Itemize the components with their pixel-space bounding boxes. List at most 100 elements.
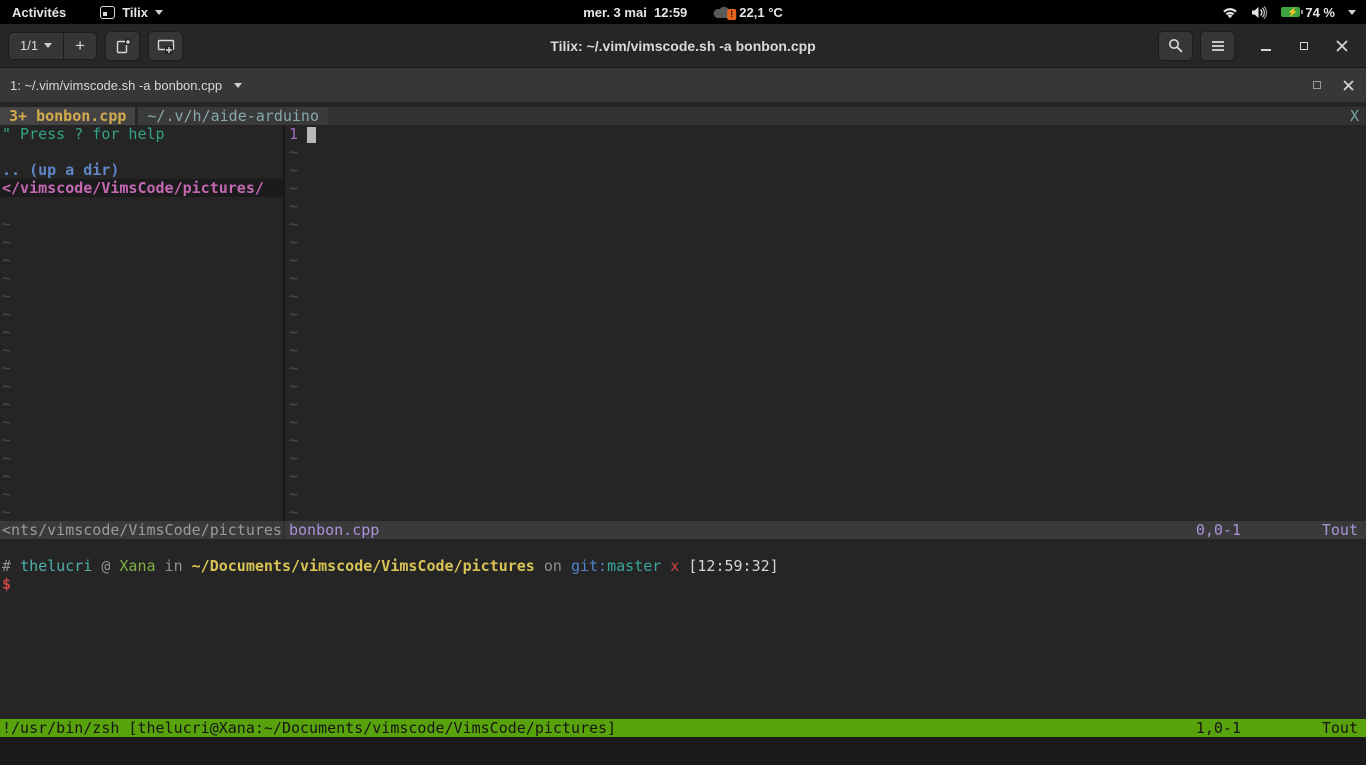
clock-weather-group[interactable]: mer. 3 mai 12:59 ! 22,1 °C — [583, 5, 783, 20]
wifi-icon — [1222, 6, 1238, 19]
tilde-line: ~ — [285, 179, 1366, 197]
search-button[interactable] — [1158, 31, 1193, 61]
tilde-line: ~ — [285, 287, 1366, 305]
app-menu-label: Tilix — [122, 5, 148, 20]
battery-icon: ⚡ — [1281, 7, 1300, 17]
session-counter-button[interactable]: 1/1 — [9, 33, 63, 59]
shell-prompt-symbol: $ — [0, 575, 1366, 593]
tilde-line: ~ — [285, 485, 1366, 503]
nerdtree-blank-line — [0, 197, 283, 215]
terminal-close-icon[interactable] — [1343, 80, 1354, 91]
vim-buffer-tab-active[interactable]: 3+ bonbon.cpp — [0, 107, 135, 125]
new-session-button[interactable]: + — [63, 33, 96, 59]
minimize-icon — [1261, 49, 1271, 51]
nerdtree-up-dir[interactable]: .. (up a dir) — [0, 161, 283, 179]
terminal-tab-selector[interactable]: 1: ~/.vim/vimscode.sh -a bonbon.cpp — [0, 78, 242, 93]
close-icon — [1336, 40, 1348, 52]
tilde-line: ~ — [0, 269, 283, 287]
temperature: 22,1 °C — [739, 5, 783, 20]
nerdtree-help-line: " Press ? for help — [0, 125, 283, 143]
tilde-line: ~ — [0, 323, 283, 341]
close-button[interactable] — [1330, 34, 1354, 58]
nerdtree-pane[interactable]: " Press ? for help .. (up a dir) </vimsc… — [0, 125, 283, 521]
tab-chevron-icon — [234, 83, 242, 88]
search-icon — [1168, 38, 1183, 53]
split-right-button[interactable] — [105, 31, 140, 61]
clock[interactable]: mer. 3 mai 12:59 — [583, 5, 687, 20]
tilde-line: ~ — [0, 341, 283, 359]
nerdtree-tildes: ~~~~~~~~~~~~~~~~~ — [0, 215, 283, 521]
system-menu-chevron-icon — [1348, 10, 1356, 15]
split-down-button[interactable] — [148, 31, 183, 61]
editor-tildes: ~~~~~~~~~~~~~~~~~~~~~ — [285, 143, 1366, 521]
app-menu[interactable]: Tilix — [100, 5, 163, 20]
termline-path: !/usr/bin/zsh [thelucri@Xana:~/Documents… — [0, 719, 616, 737]
split-right-icon — [115, 38, 131, 54]
prompt-segment: Xana — [119, 557, 155, 575]
nerdtree-blank-line — [0, 143, 283, 161]
editor-line-1: 1 — [285, 125, 1366, 143]
blank-area — [0, 593, 1366, 719]
tilde-line: ~ — [0, 503, 283, 521]
maximize-icon — [1300, 42, 1308, 50]
editor-pane[interactable]: 1 ~~~~~~~~~~~~~~~~~~~~~ — [285, 125, 1366, 521]
volume-icon — [1251, 6, 1268, 19]
gnome-top-bar: Activités Tilix mer. 3 mai 12:59 ! 22,1 … — [0, 0, 1366, 24]
terminal-maximize-icon[interactable] — [1313, 81, 1321, 89]
tilde-line: ~ — [285, 251, 1366, 269]
maximize-button[interactable] — [1292, 34, 1316, 58]
tabline-fill — [328, 107, 1343, 125]
tilde-line: ~ — [285, 431, 1366, 449]
line-number: 1 — [289, 125, 298, 143]
tilde-line: ~ — [0, 359, 283, 377]
tilde-line: ~ — [285, 413, 1366, 431]
statusline-filename: bonbon.cpp — [285, 521, 379, 539]
minimize-button[interactable] — [1254, 34, 1278, 58]
vim-buffer-tab-other[interactable]: ~/.v/h/aide-arduino — [138, 107, 328, 125]
vim-tabline-close[interactable]: X — [1343, 107, 1366, 125]
prompt-segment: in — [156, 557, 192, 575]
menu-button[interactable] — [1200, 31, 1235, 61]
tilde-line: ~ — [0, 449, 283, 467]
tilde-line: ~ — [0, 395, 283, 413]
prompt-segment: on — [535, 557, 571, 575]
tilde-line: ~ — [285, 359, 1366, 377]
weather-alert-badge: ! — [727, 9, 736, 20]
tilde-line: ~ — [0, 377, 283, 395]
vim-terminal-statusline: !/usr/bin/zsh [thelucri@Xana:~/Documents… — [0, 719, 1366, 737]
charging-bolt-icon: ⚡ — [1287, 7, 1298, 18]
tilde-line: ~ — [285, 233, 1366, 251]
statusline-nerdtree-path: <nts/vimscode/VimsCode/pictures — [0, 521, 283, 539]
tilix-headerbar: 1/1 + Tilix: ~/.vim/vimscode.sh -a bonbo… — [0, 24, 1366, 68]
tilde-line: ~ — [285, 269, 1366, 287]
tilde-line: ~ — [0, 287, 283, 305]
vim-split-panes: " Press ? for help .. (up a dir) </vimsc… — [0, 125, 1366, 521]
tilde-line: ~ — [0, 431, 283, 449]
blank-line — [0, 539, 1366, 557]
prompt-segment: x — [670, 557, 679, 575]
session-switcher-group: 1/1 + — [8, 32, 97, 60]
activities-button[interactable]: Activités — [12, 5, 66, 20]
tilde-line: ~ — [285, 503, 1366, 521]
system-status-area[interactable]: ⚡ 74 % — [1222, 5, 1366, 20]
tilix-app-icon — [100, 6, 115, 19]
chevron-down-icon — [155, 10, 163, 15]
tilde-line: ~ — [285, 377, 1366, 395]
battery-indicator: ⚡ 74 % — [1281, 5, 1335, 20]
session-chevron-icon — [44, 43, 52, 48]
statusline-position: 0,0-1 — [1196, 521, 1241, 539]
prompt-segment: thelucri — [20, 557, 92, 575]
nerdtree-root[interactable]: </vimscode/VimsCode/pictures/ — [0, 179, 283, 197]
terminal-tab-label: 1: ~/.vim/vimscode.sh -a bonbon.cpp — [10, 78, 222, 93]
statusline-scroll: Tout — [1322, 521, 1358, 539]
tilde-line: ~ — [0, 485, 283, 503]
cloud-icon: ! — [713, 5, 733, 19]
tilde-line: ~ — [285, 161, 1366, 179]
prompt-segment: master — [607, 557, 661, 575]
tilde-line: ~ — [285, 323, 1366, 341]
terminal-view[interactable]: 3+ bonbon.cpp ~/.v/h/aide-arduino X " Pr… — [0, 102, 1366, 765]
tilde-line: ~ — [285, 197, 1366, 215]
tilde-line: ~ — [0, 251, 283, 269]
tilde-line: ~ — [0, 233, 283, 251]
tilde-line: ~ — [0, 413, 283, 431]
